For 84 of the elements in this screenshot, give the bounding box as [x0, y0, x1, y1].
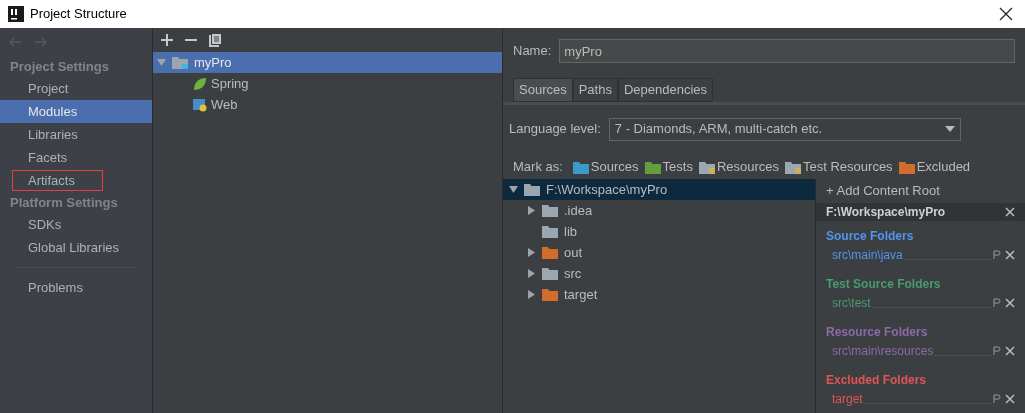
- folder-group-title: Test Source Folders: [826, 276, 942, 293]
- sidebar-item[interactable]: Modules: [0, 100, 152, 123]
- tree-label: myPro: [194, 53, 232, 72]
- content-root-path: F:\Workspace\myPro: [826, 204, 946, 221]
- folder-icon: [644, 160, 661, 174]
- close-icon[interactable]: [1005, 207, 1015, 217]
- collapse-caret-icon[interactable]: [527, 269, 536, 278]
- folder-icon: [785, 160, 802, 174]
- tree-label: .idea: [564, 201, 593, 220]
- tab[interactable]: Paths: [572, 78, 618, 102]
- mark-as-button[interactable]: Resources: [698, 157, 780, 177]
- mark-as-button[interactable]: Excluded: [898, 157, 971, 177]
- tab[interactable]: Dependencies: [617, 78, 714, 102]
- tree-label: Web: [211, 95, 238, 114]
- mark-as-button[interactable]: Tests: [644, 157, 693, 177]
- folder-icon: [524, 183, 540, 196]
- folder-path: src\main\java: [832, 247, 903, 264]
- folder-icon: [542, 246, 558, 259]
- package-prefix-icon[interactable]: [993, 394, 1003, 404]
- tree-row[interactable]: Web: [153, 94, 502, 115]
- tree-label: src: [564, 264, 582, 283]
- copy-icon[interactable]: [209, 33, 221, 47]
- package-prefix-icon[interactable]: [993, 298, 1003, 308]
- tree-row[interactable]: .idea: [503, 200, 815, 221]
- folder-path: src\main\resources: [832, 343, 934, 360]
- tree-row[interactable]: target: [503, 284, 815, 305]
- folder-group-title: Resource Folders: [826, 324, 929, 341]
- folder-icon: [542, 288, 558, 301]
- folder-icon: [698, 160, 715, 174]
- folder-group-title: Source Folders: [826, 228, 915, 245]
- folder-icon: [898, 160, 915, 174]
- tree-row[interactable]: out: [503, 242, 815, 263]
- tree-row[interactable]: Spring: [153, 73, 502, 94]
- tree-row[interactable]: myPro: [153, 52, 502, 73]
- mark-as-button[interactable]: Test Resources: [785, 157, 893, 177]
- dropdown-arrow-icon: [944, 126, 955, 132]
- folder-path: target: [832, 391, 863, 408]
- tree-label: F:\Workspace\myPro: [546, 180, 668, 199]
- mark-as-label: Mark as:: [513, 158, 563, 177]
- close-icon[interactable]: [999, 7, 1013, 21]
- folder-icon: [542, 225, 558, 238]
- folder-icon: [542, 204, 558, 217]
- remove-icon[interactable]: [1005, 346, 1015, 356]
- folder-icon: [542, 267, 558, 280]
- sidebar-item[interactable]: Global Libraries: [0, 236, 152, 259]
- remove-icon[interactable]: [1005, 394, 1015, 404]
- name-label: Name:: [513, 42, 552, 61]
- tree-label: out: [564, 243, 583, 262]
- tree-label: target: [564, 285, 598, 304]
- language-level-label: Language level:: [509, 120, 601, 139]
- tree-row[interactable]: F:\Workspace\myPro: [503, 179, 815, 200]
- tree-label: Spring: [211, 74, 249, 93]
- mark-as-button[interactable]: Sources: [572, 157, 639, 177]
- folder-path: src\test: [832, 295, 871, 312]
- section-heading: Platform Settings: [9, 193, 119, 212]
- window-title: Project Structure: [30, 5, 127, 24]
- package-prefix-icon[interactable]: [993, 346, 1003, 356]
- app-logo-icon: [8, 6, 24, 22]
- add-content-root-button[interactable]: + Add Content Root: [816, 179, 1025, 203]
- tree-label: lib: [564, 222, 577, 241]
- expand-caret-icon[interactable]: [509, 185, 518, 194]
- name-field[interactable]: myPro: [559, 39, 1015, 63]
- collapse-caret-icon[interactable]: [527, 290, 536, 299]
- package-prefix-icon[interactable]: [993, 250, 1003, 260]
- remove-icon[interactable]: [1005, 250, 1015, 260]
- remove-icon[interactable]: [1005, 298, 1015, 308]
- section-heading: Project Settings: [9, 57, 110, 76]
- leaf-icon: [193, 76, 207, 91]
- folder-icon: [572, 160, 589, 174]
- tree-row[interactable]: lib: [503, 221, 815, 242]
- folder-group-title: Excluded Folders: [826, 372, 928, 389]
- sidebar-item[interactable]: Facets: [0, 146, 152, 169]
- add-icon[interactable]: [161, 34, 173, 46]
- web-icon: [193, 97, 207, 112]
- collapse-caret-icon[interactable]: [527, 248, 536, 257]
- language-level-dropdown[interactable]: 7 - Diamonds, ARM, multi-catch etc.: [608, 117, 961, 141]
- folder-icon: [172, 56, 188, 69]
- sidebar-item[interactable]: SDKs: [0, 213, 152, 236]
- sidebar-item[interactable]: Problems: [0, 276, 152, 299]
- sidebar-item[interactable]: Libraries: [0, 123, 152, 146]
- tree-row[interactable]: src: [503, 263, 815, 284]
- tab[interactable]: Sources: [513, 78, 573, 102]
- collapse-caret-icon[interactable]: [527, 206, 536, 215]
- sidebar-item[interactable]: Project: [0, 77, 152, 100]
